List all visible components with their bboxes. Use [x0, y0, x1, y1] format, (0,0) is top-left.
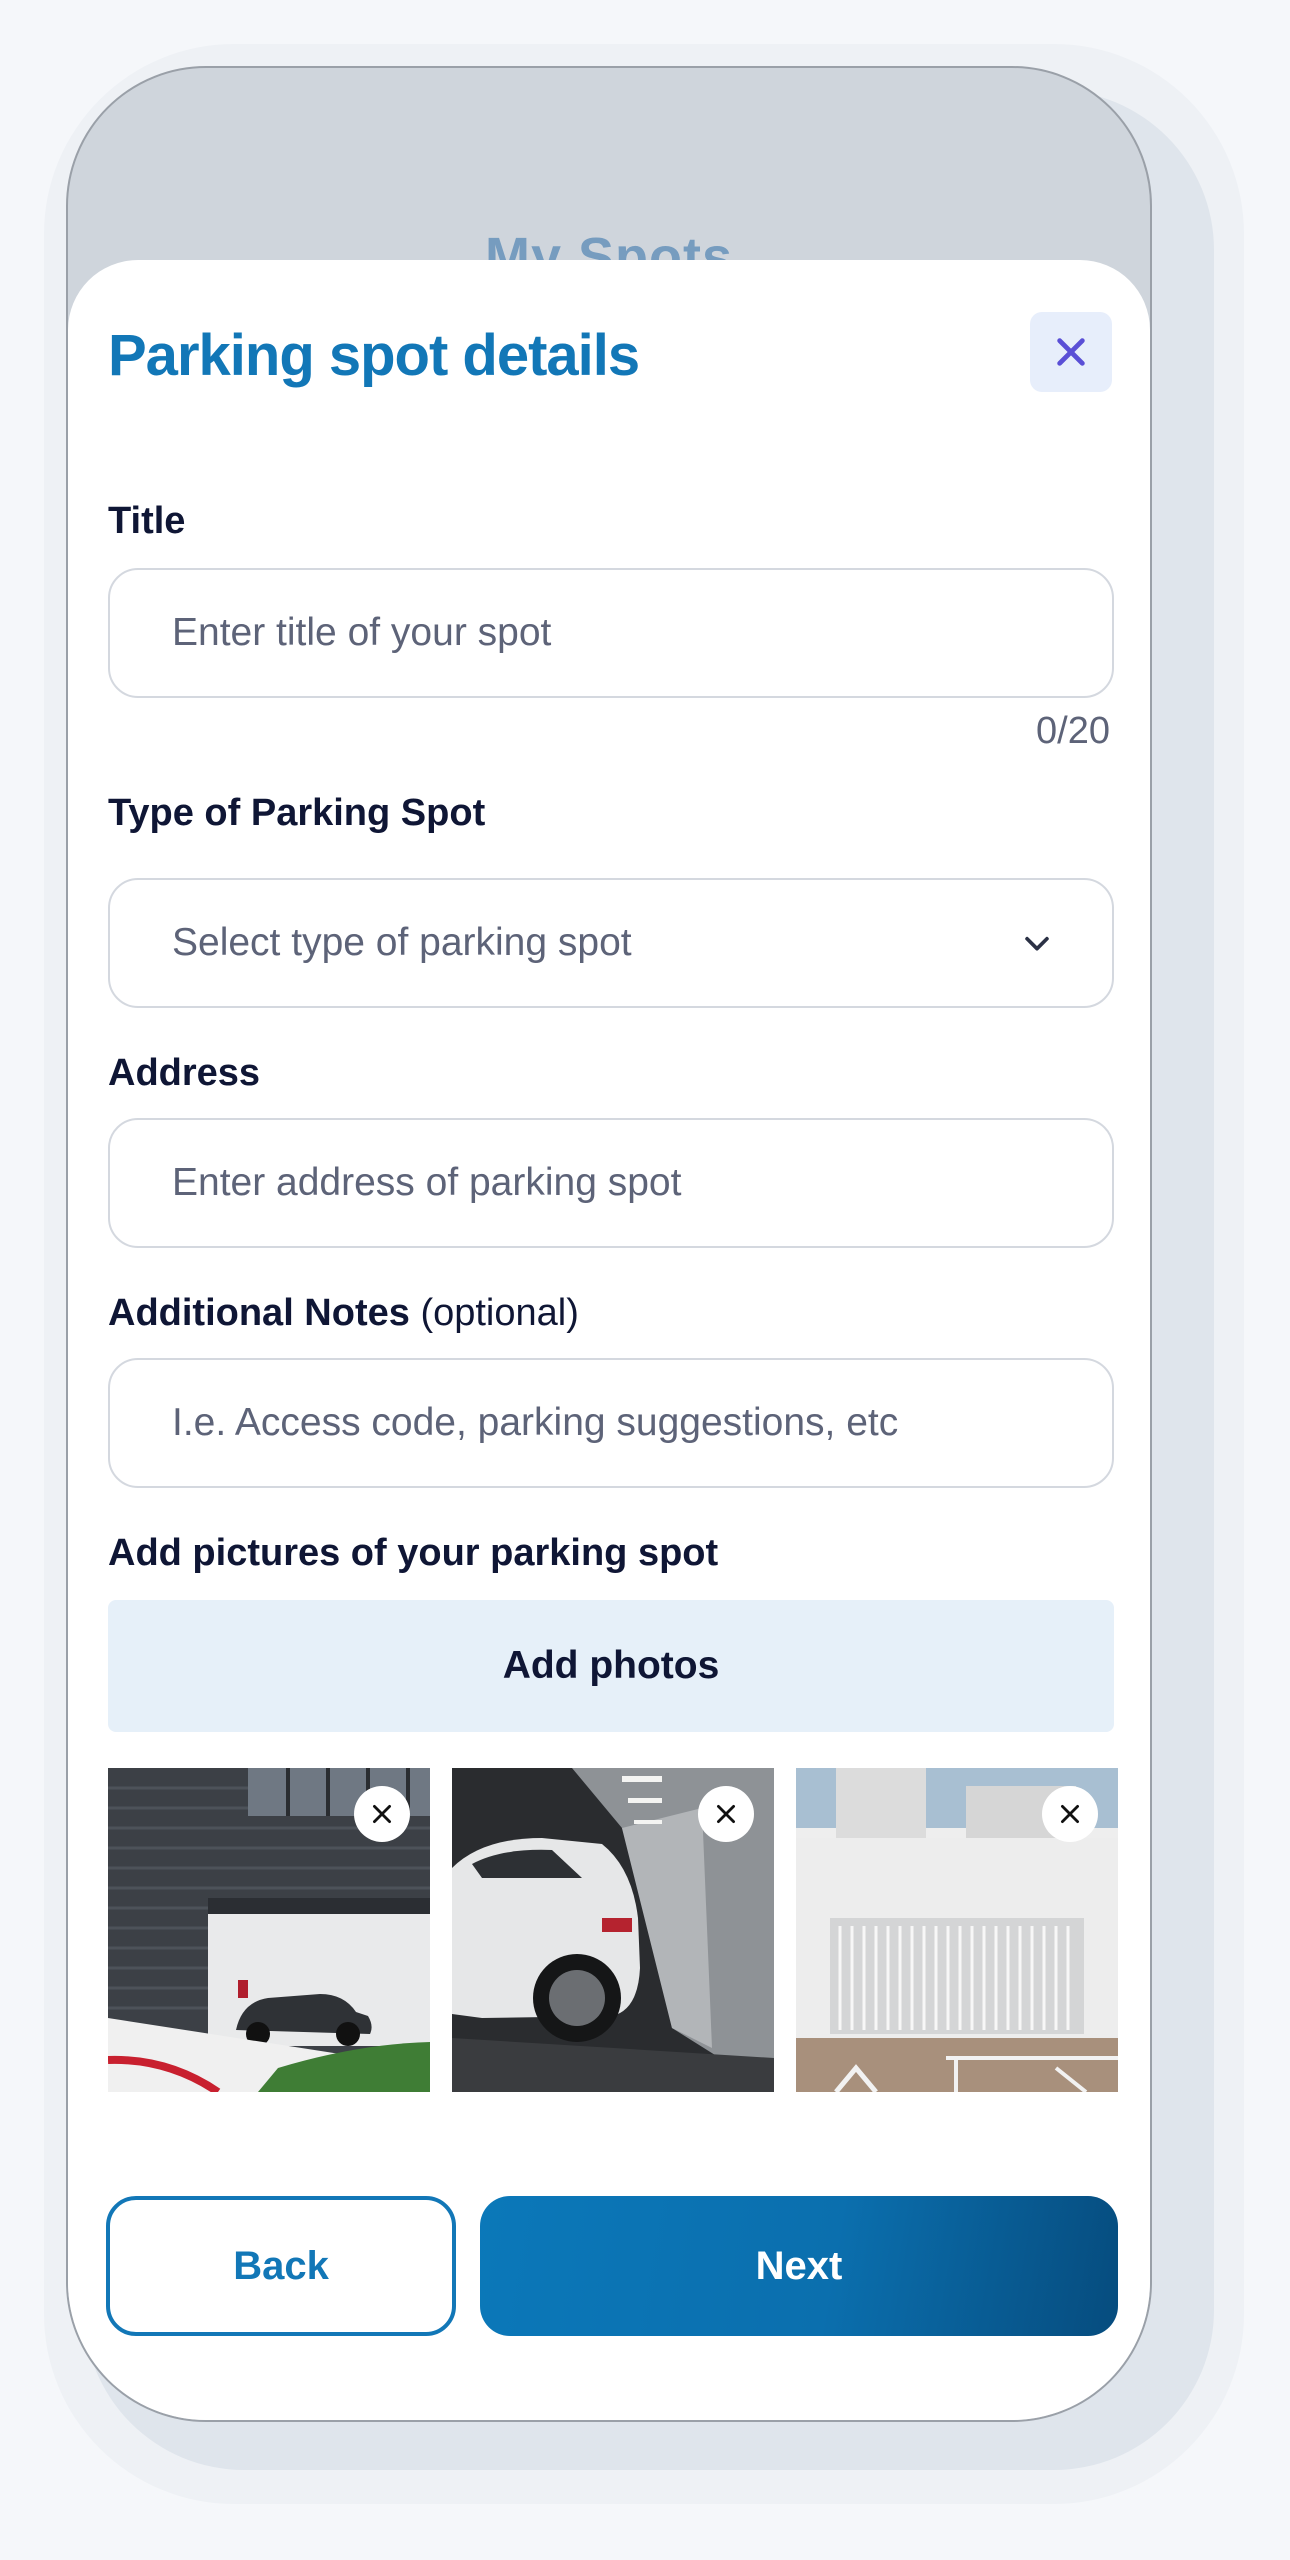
type-select[interactable]: Select type of parking spot — [108, 878, 1114, 1008]
photo-thumbnail[interactable] — [796, 1768, 1118, 2092]
type-label: Type of Parking Spot — [108, 792, 486, 834]
title-label: Title — [108, 500, 186, 542]
notes-label: Additional Notes (optional) — [108, 1292, 579, 1335]
notes-input[interactable] — [172, 1401, 1112, 1445]
close-icon — [373, 1805, 391, 1823]
close-icon — [1057, 338, 1085, 366]
type-select-placeholder: Select type of parking spot — [172, 921, 632, 964]
close-button[interactable] — [1030, 312, 1112, 392]
details-sheet: Parking spot details Title 0/20 Type of … — [68, 260, 1150, 2420]
photo-thumbnail[interactable] — [452, 1768, 774, 2092]
add-photos-button[interactable]: Add photos — [108, 1600, 1114, 1732]
address-field[interactable] — [108, 1118, 1114, 1248]
notes-label-text: Additional Notes — [108, 1292, 410, 1334]
chevron-down-icon — [1025, 936, 1049, 951]
address-input[interactable] — [172, 1161, 1112, 1205]
title-input[interactable] — [172, 611, 1112, 655]
back-button[interactable]: Back — [106, 2196, 456, 2336]
title-char-counter: 0/20 — [1036, 710, 1110, 752]
address-label: Address — [108, 1052, 261, 1094]
close-icon — [717, 1805, 735, 1823]
remove-photo-button[interactable] — [698, 1786, 754, 1842]
next-button[interactable]: Next — [480, 2196, 1118, 2336]
photo-thumbnail[interactable] — [108, 1768, 430, 2092]
title-field[interactable] — [108, 568, 1114, 698]
remove-photo-button[interactable] — [1042, 1786, 1098, 1842]
notes-field[interactable] — [108, 1358, 1114, 1488]
close-icon — [1061, 1805, 1079, 1823]
phone-frame: My Spots Parking spot details Title 0/20… — [66, 66, 1152, 2422]
remove-photo-button[interactable] — [354, 1786, 410, 1842]
pictures-label: Add pictures of your parking spot — [108, 1532, 719, 1574]
sheet-title: Parking spot details — [108, 323, 640, 388]
notes-optional-hint: (optional) — [420, 1292, 579, 1334]
